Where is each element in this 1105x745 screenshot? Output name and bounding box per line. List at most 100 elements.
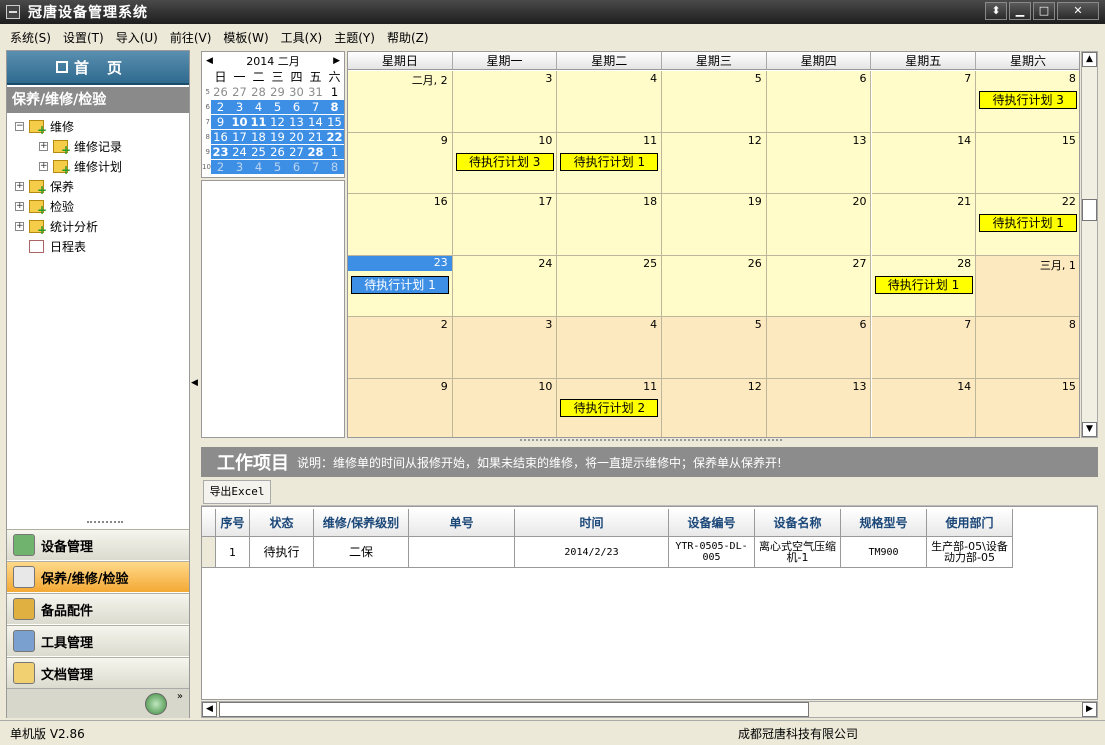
calendar-day-cell[interactable]: 18 (557, 194, 663, 256)
column-header[interactable]: 序号 (216, 509, 250, 537)
menu-settings[interactable]: 设置(T) (63, 29, 104, 46)
scroll-thumb[interactable] (219, 702, 809, 717)
mini-day[interactable]: 1 (325, 144, 344, 159)
globe-icon[interactable] (145, 693, 167, 715)
calendar-day-cell[interactable]: 17 (452, 194, 558, 256)
nav-equipment[interactable]: 设备管理 (7, 529, 189, 560)
row-indicator[interactable] (202, 537, 216, 568)
calendar-day-cell[interactable]: 9 (348, 132, 453, 194)
sidebar-splitter[interactable]: ◀ (190, 280, 199, 490)
mini-day[interactable]: 3 (230, 159, 249, 174)
mini-day[interactable]: 10 (230, 114, 249, 129)
mini-day[interactable]: 16 (211, 129, 230, 144)
table-cell[interactable]: TM900 (841, 537, 927, 568)
mini-day[interactable]: 20 (287, 129, 306, 144)
next-month-icon[interactable]: ▶ (333, 56, 340, 66)
calendar-day-cell[interactable]: 10 待执行计划 3 (452, 132, 558, 194)
horizontal-splitter[interactable] (520, 439, 782, 443)
table-cell[interactable]: 2014/2/23 (515, 537, 669, 568)
mini-day[interactable]: 22 (325, 129, 344, 144)
table-cell[interactable]: YTR-0505-DL-005 (669, 537, 755, 568)
chevron-icon[interactable]: » (177, 691, 183, 702)
mini-day[interactable]: 29 (268, 85, 287, 99)
maximize-button[interactable]: □ (1033, 2, 1055, 20)
calendar-event[interactable]: 待执行计划 2 (560, 398, 659, 417)
menu-import[interactable]: 导入(U) (116, 29, 158, 46)
expand-icon[interactable]: + (39, 141, 48, 151)
calendar-day-cell[interactable]: 14 (871, 132, 977, 194)
close-button[interactable]: ✕ (1057, 2, 1099, 20)
calendar-day-cell[interactable]: 11 待执行计划 1 (557, 132, 663, 194)
scroll-left-icon[interactable]: ◀ (202, 702, 217, 717)
mini-day[interactable]: 8 (325, 99, 344, 114)
calendar-day-cell[interactable]: 三月, 1 (976, 255, 1079, 317)
tree-item-repair-records[interactable]: + 维修记录 (39, 137, 122, 157)
nav-documents[interactable]: 文档管理 (7, 657, 189, 688)
prev-month-icon[interactable]: ◀ (206, 56, 213, 66)
mini-day[interactable]: 7 (306, 159, 325, 174)
calendar-scrollbar[interactable]: ▲ ▼ (1081, 51, 1098, 438)
tree-item-schedule[interactable]: 日程表 (29, 237, 86, 255)
tree-item-maintenance[interactable]: + 保养 (15, 177, 74, 197)
app-icon[interactable] (6, 5, 20, 19)
expand-icon[interactable]: + (15, 181, 24, 191)
calendar-day-cell[interactable]: 7 (871, 317, 977, 379)
calendar-event[interactable]: 待执行计划 1 (979, 214, 1078, 232)
home-button[interactable]: 首页 (7, 51, 189, 85)
table-cell[interactable]: 二保 (314, 537, 409, 568)
scroll-down-icon[interactable]: ▼ (1082, 422, 1097, 437)
calendar-day-cell[interactable]: 12 (662, 132, 767, 194)
mini-day[interactable]: 21 (306, 129, 325, 144)
calendar-day-cell[interactable]: 6 (766, 317, 872, 379)
collapse-left-icon[interactable]: ◀ (191, 378, 198, 388)
restore-icon[interactable]: ⬍ (985, 2, 1007, 20)
menu-tools[interactable]: 工具(X) (281, 29, 323, 46)
nav-maintenance[interactable]: 保养/维修/检验 (7, 561, 189, 592)
calendar-day-cell[interactable]: 2 (348, 317, 453, 379)
calendar-day-cell[interactable]: 7 (871, 71, 977, 133)
mini-day[interactable]: 28 (306, 144, 325, 159)
minimize-button[interactable]: ▁ (1009, 2, 1031, 20)
column-header[interactable]: 使用部门 (927, 509, 1013, 537)
calendar-day-cell[interactable]: 5 (662, 71, 767, 133)
calendar-day-cell[interactable]: 22 待执行计划 1 (976, 194, 1079, 256)
nav-tools[interactable]: 工具管理 (7, 625, 189, 656)
calendar-day-cell[interactable]: 27 (766, 255, 872, 317)
menu-template[interactable]: 模板(W) (223, 29, 268, 46)
expand-icon[interactable]: + (15, 221, 24, 231)
calendar-day-cell[interactable]: 4 (557, 71, 663, 133)
tree-item-statistics[interactable]: + 统计分析 (15, 217, 98, 237)
scroll-right-icon[interactable]: ▶ (1082, 702, 1097, 717)
mini-day[interactable]: 19 (268, 129, 287, 144)
mini-day[interactable]: 11 (249, 114, 268, 129)
mini-day[interactable]: 13 (287, 114, 306, 129)
mini-day[interactable]: 7 (306, 99, 325, 114)
export-excel-button[interactable]: 导出Excel (203, 480, 271, 504)
column-header[interactable]: 规格型号 (841, 509, 927, 537)
mini-day[interactable]: 25 (249, 144, 268, 159)
mini-day[interactable]: 4 (249, 159, 268, 174)
mini-day[interactable]: 5 (268, 159, 287, 174)
calendar-day-cell[interactable]: 6 (766, 71, 872, 133)
calendar-day-cell[interactable]: 13 (766, 132, 872, 194)
calendar-event[interactable]: 待执行计划 1 (874, 275, 973, 294)
tree-item-inspection[interactable]: + 检验 (15, 197, 74, 217)
mini-day[interactable]: 18 (249, 129, 268, 144)
calendar-day-cell[interactable]: 20 (766, 194, 872, 256)
menu-goto[interactable]: 前往(V) (170, 29, 212, 46)
column-header[interactable]: 设备编号 (669, 509, 755, 537)
calendar-day-cell[interactable]: 21 (871, 194, 977, 256)
calendar-day-cell[interactable]: 9 (348, 378, 453, 437)
panel-grip[interactable] (87, 521, 123, 525)
calendar-day-cell[interactable]: 16 (348, 194, 453, 256)
mini-day[interactable]: 5 (268, 99, 287, 114)
calendar-day-cell[interactable]: 3 (452, 317, 558, 379)
calendar-event[interactable]: 待执行计划 1 (351, 275, 449, 294)
mini-day[interactable]: 27 (287, 144, 306, 159)
mini-day[interactable]: 30 (287, 85, 306, 99)
menu-theme[interactable]: 主题(Y) (334, 29, 375, 46)
nav-spare-parts[interactable]: 备品配件 (7, 593, 189, 624)
calendar-day-cell[interactable]: 二月, 2 (348, 71, 453, 133)
calendar-day-cell[interactable]: 19 (662, 194, 767, 256)
table-scrollbar[interactable]: ◀ ▶ (201, 701, 1098, 718)
